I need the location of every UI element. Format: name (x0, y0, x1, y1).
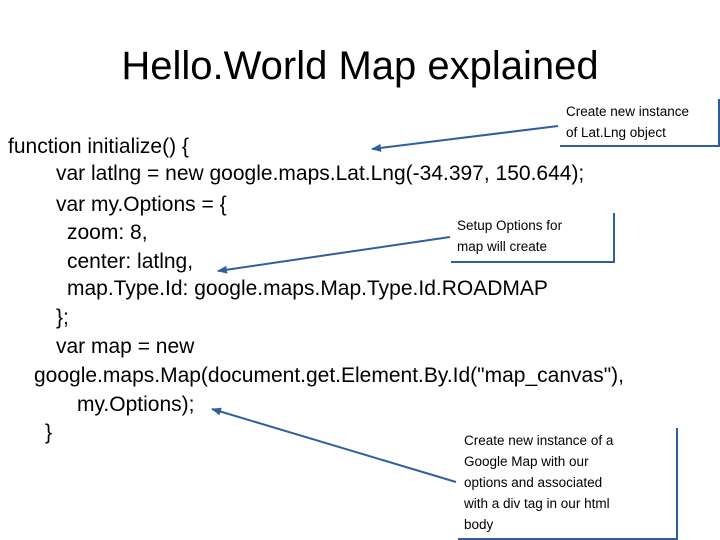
code-line: map.Type.Id: google.maps.Map.Type.Id.ROA… (67, 277, 548, 300)
callout-line: Create new instance of a (464, 433, 614, 448)
code-line: function initialize() { (8, 135, 189, 158)
callout-line: with a div tag in our html (464, 496, 610, 511)
code-line: my.Options); (77, 393, 195, 416)
options-callout: Setup Options for map will create (451, 213, 615, 263)
callout-line: of Lat.Lng object (566, 125, 666, 140)
code-line: var my.Options = { (56, 193, 227, 216)
callout-line: map will create (457, 239, 548, 254)
map-callout: Create new instance of a Google Map with… (458, 428, 678, 540)
latlng-callout: Create new instance of Lat.Lng object (560, 99, 720, 147)
code-line: }; (56, 306, 69, 329)
callout-line: Google Map with our (464, 454, 589, 469)
code-line: center: latlng, (67, 250, 194, 273)
callout-line: body (464, 517, 494, 532)
code-line: var map = new (56, 335, 195, 358)
options-arrow (217, 236, 451, 274)
map-arrow (211, 407, 457, 483)
code-line: var latlng = new google.maps.Lat.Lng(-34… (56, 162, 585, 185)
callout-line: options and associated (464, 475, 603, 490)
callout-line: Setup Options for (457, 218, 563, 233)
slide-title: Hello.World Map explained (121, 44, 599, 88)
code-line: google.maps.Map(document.get.Element.By.… (34, 364, 624, 387)
code-line: } (45, 421, 53, 444)
code-line: zoom: 8, (67, 221, 148, 244)
callout-line: Create new instance (566, 104, 690, 119)
latlng-arrow (371, 125, 559, 152)
